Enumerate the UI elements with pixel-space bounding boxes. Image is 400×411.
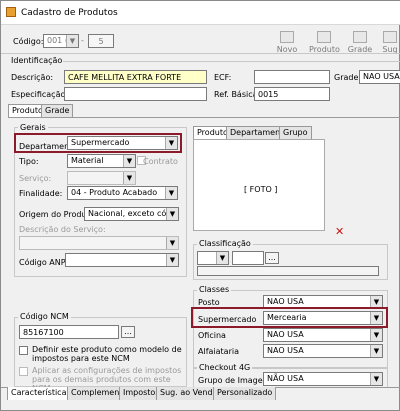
codigo-anp-combo[interactable]: ▼ — [65, 253, 179, 267]
finalidade-combo[interactable]: 04 - Produto Acabado ▼ — [67, 186, 178, 200]
tab-grade[interactable]: Grade — [41, 104, 74, 117]
tipo-combo[interactable]: Material ▼ — [67, 154, 136, 168]
classes-title: Classes — [197, 285, 232, 294]
divider — [8, 117, 400, 118]
grid-icon — [353, 31, 367, 43]
chevron-down-icon: ▼ — [370, 345, 382, 357]
chevron-down-icon: ▼ — [370, 373, 382, 385]
descricao-servico-label: Descrição do Serviço: — [19, 225, 106, 234]
classe-alfaiataria-value: NAO USA — [267, 346, 304, 355]
codigo-combo[interactable]: 001 (M ▼ — [43, 34, 79, 48]
grupo-imagens-combo[interactable]: NÃO USA ▼ — [263, 372, 383, 386]
classe-alfaiataria-label: Alfaiataria — [198, 347, 239, 356]
photo-frame: [ FOTO ] — [193, 139, 325, 231]
grade-combo[interactable]: NAO USA — [359, 70, 400, 84]
descricao-field[interactable]: CAFE MELLITA EXTRA FORTE — [64, 70, 207, 84]
ecf-field[interactable] — [254, 70, 330, 84]
ncm-field[interactable]: 85167100 — [19, 325, 119, 339]
chevron-down-icon: ▼ — [166, 208, 178, 220]
chevron-down-icon: ▼ — [165, 187, 177, 199]
ncm-title: Código NCM — [18, 312, 71, 321]
title-bar: Cadastro de Produtos — [1, 1, 400, 25]
tipo-value: Material — [71, 156, 104, 165]
grade-field-label: Grade: — [334, 73, 362, 82]
delete-photo-icon[interactable]: ✕ — [335, 225, 344, 238]
servico-combo[interactable]: ▼ — [67, 171, 136, 185]
ecf-label: ECF: — [214, 73, 232, 82]
contrato-label: Contrato — [143, 157, 178, 166]
chevron-down-icon: ▼ — [166, 254, 178, 266]
tab-personalizado[interactable]: Personalizado — [213, 387, 277, 400]
classificacao-title: Classificação — [197, 239, 253, 248]
classe-oficina-label: Oficina — [198, 331, 226, 340]
grade-button[interactable]: Grade — [345, 31, 375, 54]
grupo-imagens-value: NÃO USA — [267, 374, 304, 383]
chevron-down-icon: ▼ — [66, 35, 78, 47]
descricao-label: Descrição: — [11, 73, 54, 82]
checkout-title: Checkout 4G — [197, 363, 253, 372]
chevron-down-icon: ▼ — [370, 329, 382, 341]
ref-basica-field[interactable]: 0015 — [254, 87, 330, 101]
classificacao-field[interactable] — [232, 251, 264, 265]
sugestao-button[interactable]: Sug — [379, 31, 400, 54]
divider — [1, 53, 400, 54]
classe-posto-value: NAO USA — [267, 297, 304, 306]
classe-alfaiataria-combo[interactable]: NAO USA ▼ — [263, 344, 383, 358]
codigo-anp-label: Código ANP: — [19, 258, 69, 267]
suggestion-icon — [383, 31, 397, 43]
descricao-servico-combo[interactable]: ▼ — [19, 236, 179, 250]
dash-separator: - — [81, 36, 84, 45]
classificacao-combo[interactable]: ▼ — [197, 251, 229, 265]
grupo-imagens-label: Grupo de Imagens — [198, 376, 272, 385]
photo-placeholder: [ FOTO ] — [244, 185, 278, 194]
classe-oficina-value: NAO USA — [267, 330, 304, 339]
ncm-apply-checkbox[interactable] — [19, 367, 28, 376]
ncm-model-checkbox[interactable] — [19, 346, 28, 355]
especificacao-label: Especificação: — [11, 90, 69, 99]
classificacao-search-button[interactable]: ... — [265, 252, 279, 264]
departamento-highlight — [14, 133, 182, 153]
produto-button[interactable]: Produto — [309, 31, 340, 54]
chevron-down-icon: ▼ — [166, 237, 178, 249]
divider — [63, 61, 400, 62]
codigo-label: Código: — [13, 37, 44, 46]
chevron-down-icon: ▼ — [123, 172, 135, 184]
classe-posto-label: Posto — [198, 298, 220, 307]
supermercado-highlight — [191, 307, 388, 328]
finalidade-label: Finalidade: — [19, 189, 63, 198]
product-icon — [317, 31, 331, 43]
ncm-search-button[interactable]: ... — [121, 326, 135, 338]
servico-label: Serviço: — [19, 174, 52, 183]
finalidade-value: 04 - Produto Acabado — [71, 188, 158, 197]
new-icon — [280, 31, 294, 43]
especificacao-field[interactable] — [64, 87, 207, 101]
gerais-title: Gerais — [18, 123, 48, 132]
product-window: Cadastro de Produtos Código: 001 (M ▼ - … — [0, 0, 400, 411]
novo-button[interactable]: Novo — [272, 31, 302, 54]
window-title: Cadastro de Produtos — [21, 8, 118, 18]
classe-oficina-combo[interactable]: NAO USA ▼ — [263, 328, 383, 342]
tab-photo-grupo[interactable]: Grupo — [279, 126, 312, 139]
origem-combo[interactable]: Nacional, exceto cód.3,4 ▼ — [84, 207, 179, 221]
codigo-value[interactable]: 5 — [88, 34, 114, 48]
identificacao-title: Identificação — [11, 56, 63, 65]
tipo-label: Tipo: — [19, 157, 39, 166]
ncm-model-label: Definir este produto como modelo de impo… — [32, 345, 182, 363]
tab-caracteristicas[interactable]: Características — [7, 387, 75, 400]
chevron-down-icon: ▼ — [216, 252, 228, 264]
classificacao-description — [197, 266, 379, 276]
grade-combo-value: NAO USA — [363, 72, 400, 81]
chevron-down-icon: ▼ — [123, 155, 135, 167]
app-icon — [6, 7, 16, 17]
